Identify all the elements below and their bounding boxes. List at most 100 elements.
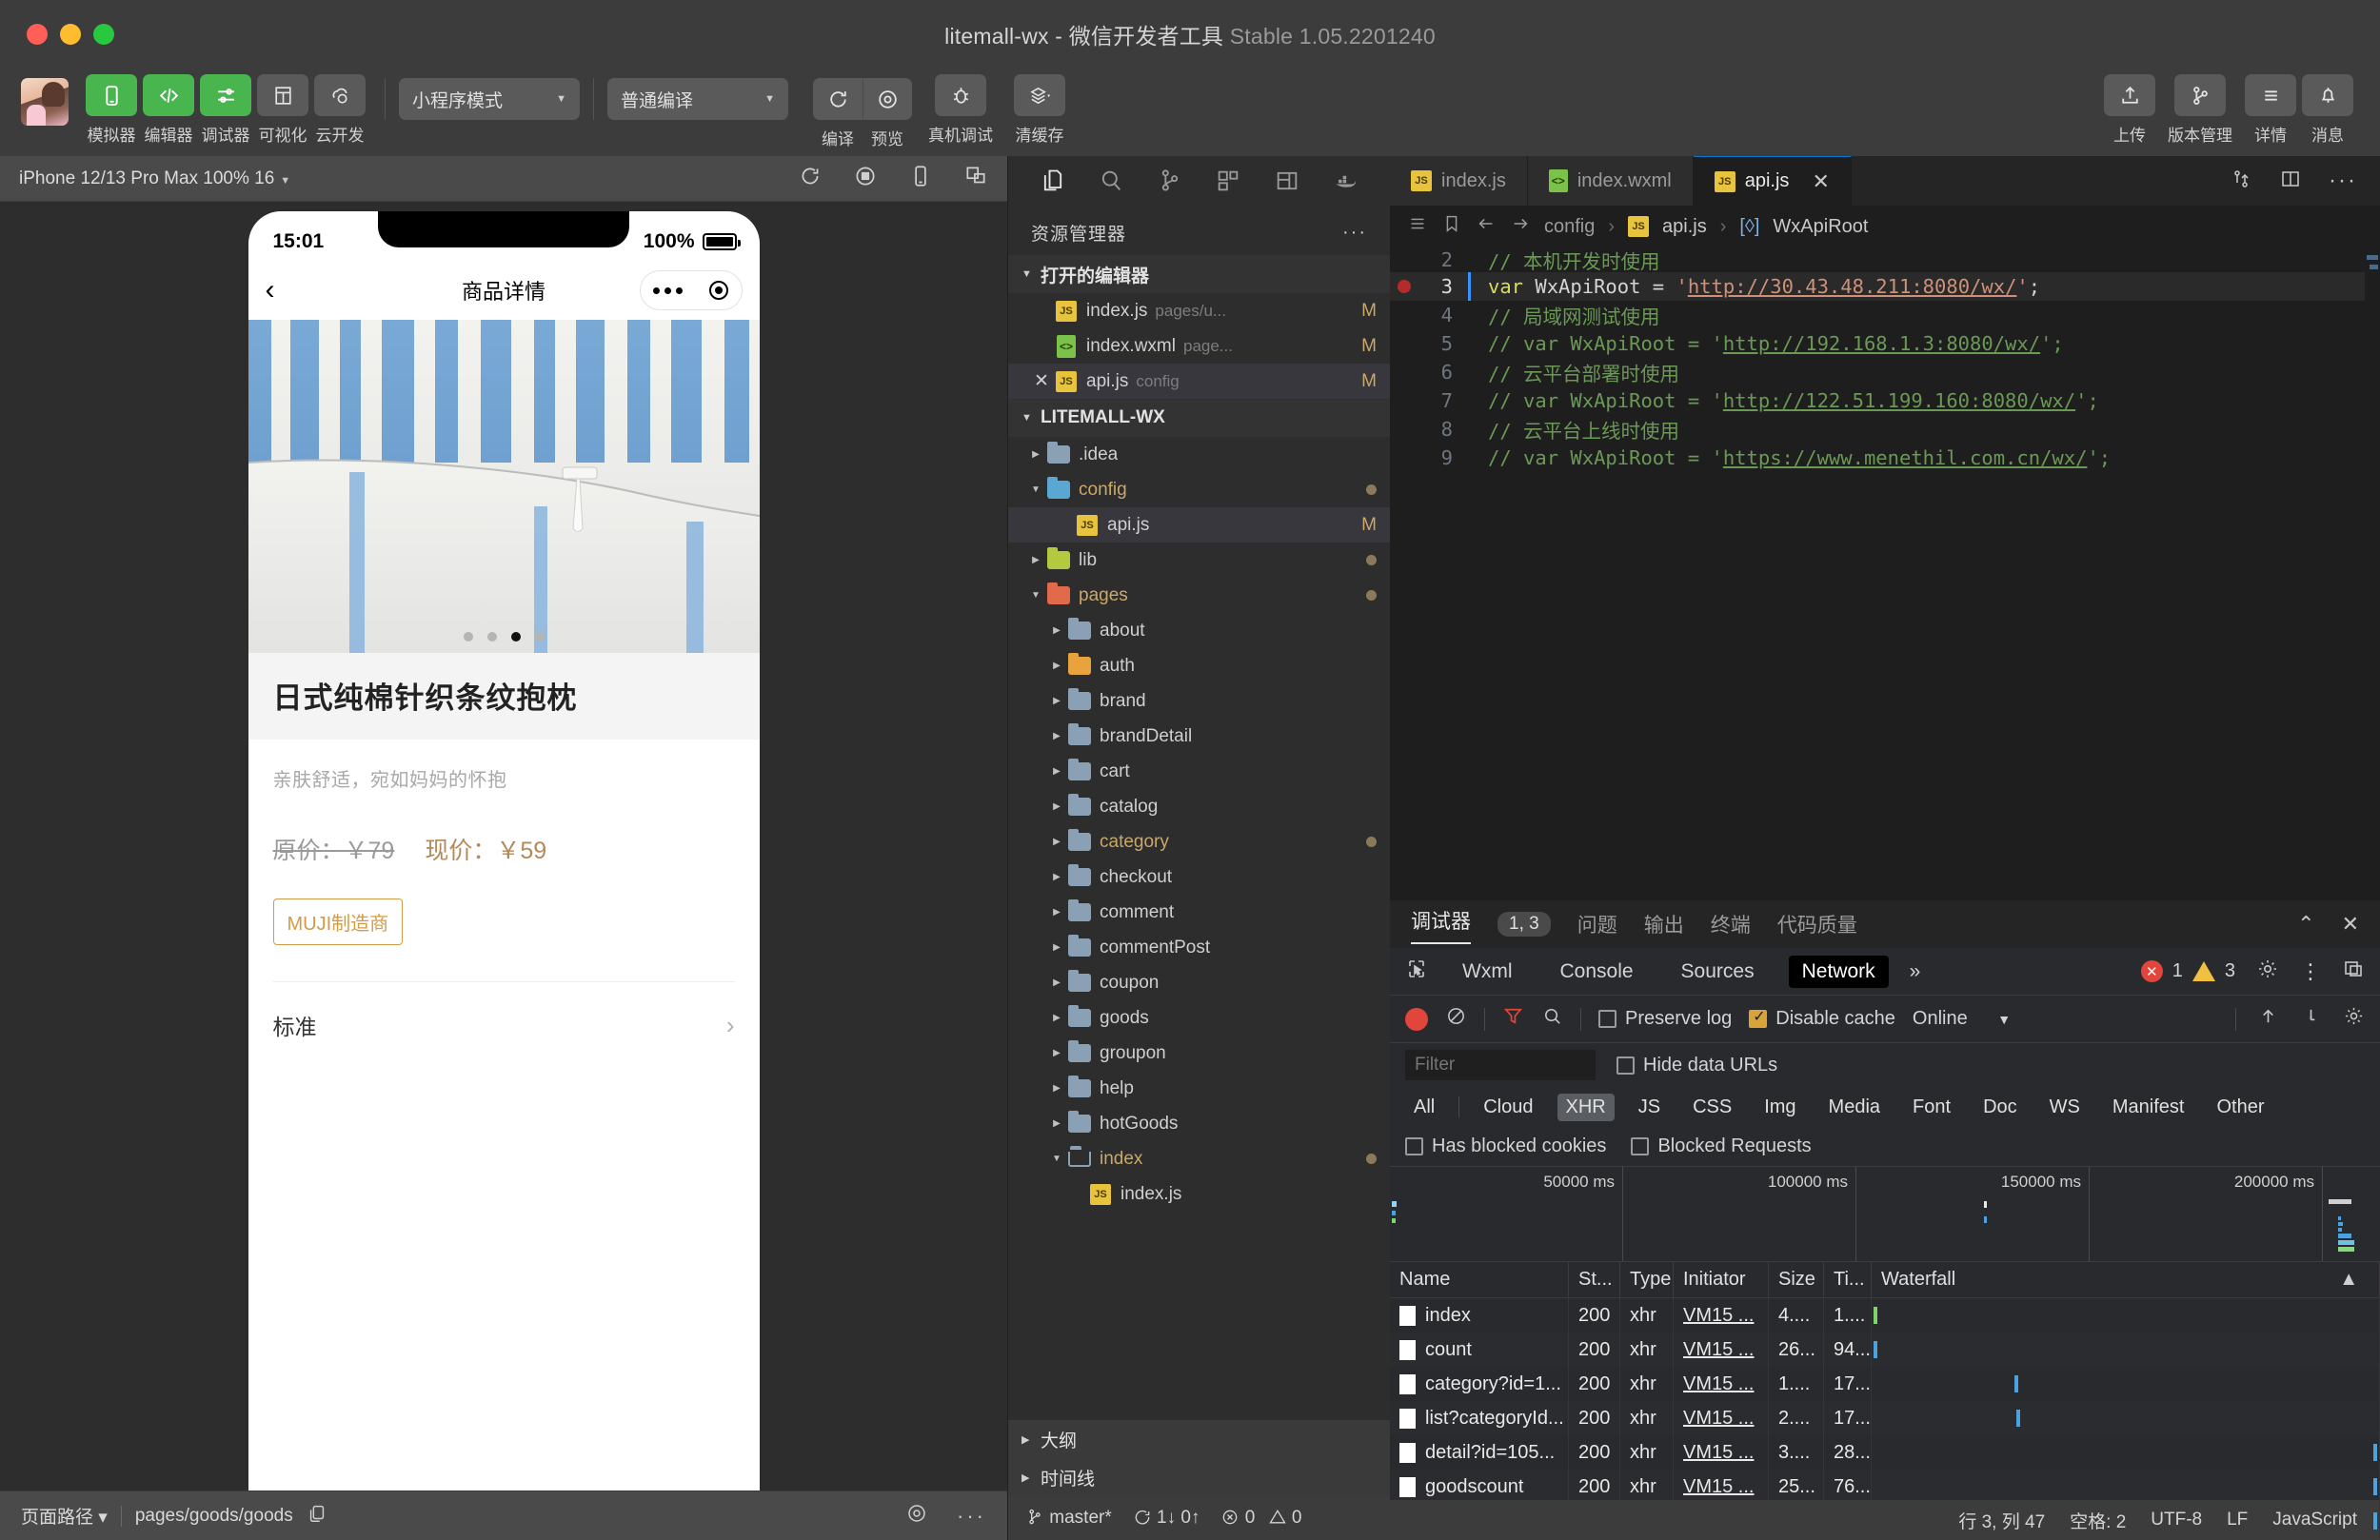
docker-icon[interactable] (1332, 168, 1359, 199)
eye-icon[interactable] (863, 78, 912, 120)
tree-item-cart[interactable]: ▶ cart (1008, 754, 1390, 789)
chevron-right-icon[interactable]: ▶ (1046, 766, 1067, 777)
target-circle-icon[interactable] (708, 281, 728, 300)
filter-img[interactable]: Img (1755, 1094, 1804, 1121)
chevron-right-icon[interactable]: ▶ (1046, 661, 1067, 671)
chevron-right-icon[interactable]: ▶ (1046, 731, 1067, 741)
checkbox[interactable] (1616, 1056, 1635, 1075)
tree-item-category[interactable]: ▶ category (1008, 824, 1390, 859)
tree-item-commentpost[interactable]: ▶ commentPost (1008, 930, 1390, 965)
checkbox[interactable] (1598, 1010, 1616, 1028)
page-path-label[interactable]: 页面路径 ▾ (21, 1503, 108, 1529)
devpanel-wxml[interactable]: Wxml (1449, 956, 1525, 988)
tree-item-brand[interactable]: ▶ brand (1008, 683, 1390, 719)
more-icon[interactable]: ··· (957, 1504, 986, 1529)
wechat-capsule[interactable] (639, 270, 743, 310)
chevron-right-icon[interactable]: ▶ (1025, 555, 1046, 565)
tree-item-apijs[interactable]: JS api.js M (1008, 507, 1390, 543)
checkbox-checked[interactable] (1749, 1007, 1768, 1028)
carousel-dot-active[interactable] (510, 632, 521, 642)
tab-output[interactable]: 输出 (1644, 908, 1684, 940)
chevron-down-icon[interactable]: ▼ (1046, 1154, 1067, 1164)
close-icon[interactable]: ✕ (2342, 912, 2359, 937)
toolbar-simulator-button[interactable]: 模拟器 (86, 74, 137, 146)
tree-item-indexjs[interactable]: JS index.js (1008, 1176, 1390, 1212)
toolbar-version-button[interactable]: 版本管理 (2161, 74, 2239, 146)
split-compare-icon[interactable] (2230, 168, 2252, 195)
more-icon[interactable]: ··· (1342, 222, 1367, 244)
tab-index-wxml[interactable]: <> index.wxml (1527, 156, 1694, 206)
preserve-log-checkbox[interactable]: Preserve log (1598, 1008, 1732, 1030)
network-timeline-overview[interactable]: 50000 ms 100000 ms 150000 ms 200000 ms (1390, 1167, 2380, 1262)
column-header-initiator[interactable]: Initiator (1674, 1262, 1769, 1297)
search-icon[interactable] (1541, 1005, 1563, 1033)
list-item[interactable]: JS index.js pages/u... M (1008, 293, 1390, 328)
filter-media[interactable]: Media (1820, 1094, 1889, 1121)
column-header-time[interactable]: Ti... (1824, 1262, 1872, 1297)
chevron-down-icon[interactable]: ▼ (1025, 484, 1046, 495)
tab-debugger[interactable]: 调试器 (1411, 904, 1471, 944)
chevron-right-icon[interactable]: ▶ (1046, 942, 1067, 953)
code-url[interactable]: http://30.43.48.211:8080/wx/ (1688, 275, 2017, 298)
compile-select[interactable]: 普通编译 ▼ (607, 78, 788, 120)
chevron-right-icon[interactable]: ▶ (1046, 977, 1067, 988)
filter-xhr[interactable]: XHR (1557, 1093, 1615, 1121)
tree-item-checkout[interactable]: ▶ checkout (1008, 859, 1390, 895)
collapse-icon[interactable]: ⌃ (2297, 912, 2314, 937)
table-row[interactable]: index 200 xhr VM15 ... 4.... 1.... (1390, 1298, 2380, 1333)
sync-status[interactable]: 1↓ 0↑ (1133, 1508, 1200, 1529)
filter-input[interactable] (1405, 1050, 1596, 1080)
chevron-right-icon[interactable]: ▶ (1046, 872, 1067, 882)
table-row[interactable]: category?id=1... 200 xhr VM15 ... 1.... … (1390, 1367, 2380, 1401)
copy-icon[interactable] (307, 1503, 327, 1529)
breadcrumb-symbol[interactable]: WxApiRoot (1773, 216, 1868, 238)
checkbox[interactable] (1631, 1137, 1650, 1155)
tree-item-config[interactable]: ▼ config (1008, 472, 1390, 507)
tab-terminal[interactable]: 终端 (1711, 908, 1751, 940)
record-icon[interactable] (853, 164, 878, 193)
tree-item-about[interactable]: ▶ about (1008, 613, 1390, 648)
devpanel-console[interactable]: Console (1546, 956, 1646, 988)
devtools-issue-counts[interactable]: ✕ 1 3 (2140, 960, 2235, 982)
chevron-right-icon[interactable]: ▶ (1046, 1083, 1067, 1094)
request-initiator[interactable]: VM15 ... (1683, 1442, 1754, 1464)
table-row[interactable]: list?categoryId... 200 xhr VM15 ... 2...… (1390, 1401, 2380, 1435)
request-initiator[interactable]: VM15 ... (1683, 1373, 1754, 1395)
clear-icon[interactable] (1445, 1005, 1467, 1033)
open-editors-section[interactable]: ▼ 打开的编辑器 (1008, 255, 1390, 293)
filter-cloud[interactable]: Cloud (1475, 1094, 1541, 1121)
tree-item-branddetail[interactable]: ▶ brandDetail (1008, 719, 1390, 754)
throttle-select[interactable]: Online ▼ (1913, 1008, 2011, 1030)
standard-row[interactable]: 标准 › (248, 982, 760, 1068)
search-icon[interactable] (1098, 168, 1124, 199)
source-control-icon[interactable] (1157, 168, 1183, 199)
code-url[interactable]: https://www.menethil.com.cn/wx/ (1723, 446, 2088, 469)
tree-item-comment[interactable]: ▶ comment (1008, 895, 1390, 930)
toolbar-message-button[interactable]: 消息 (2302, 74, 2353, 146)
files-icon[interactable] (1040, 168, 1066, 199)
filter-doc[interactable]: Doc (1974, 1094, 2026, 1121)
column-header-name[interactable]: Name (1390, 1262, 1569, 1297)
filter-js[interactable]: JS (1630, 1094, 1669, 1121)
dock-icon[interactable] (2342, 958, 2365, 986)
funnel-icon[interactable] (1502, 1005, 1524, 1033)
chevron-right-icon[interactable]: ▶ (1046, 696, 1067, 706)
chevron-right-icon[interactable]: ▶ (1046, 1048, 1067, 1058)
eye-circle-icon[interactable] (905, 1502, 928, 1530)
column-header-size[interactable]: Size (1769, 1262, 1824, 1297)
list-item[interactable]: <> index.wxml page... M (1008, 328, 1390, 364)
devpanel-sources[interactable]: Sources (1668, 956, 1768, 988)
filter-all[interactable]: All (1405, 1094, 1443, 1121)
product-image-carousel[interactable] (248, 320, 760, 653)
tree-item-coupon[interactable]: ▶ coupon (1008, 965, 1390, 1000)
code-url[interactable]: http://192.168.1.3:8080/wx/ (1723, 332, 2040, 355)
tree-item-catalog[interactable]: ▶ catalog (1008, 789, 1390, 824)
minimap[interactable] (2365, 247, 2380, 900)
chevron-right-icon[interactable]: ▶ (1046, 1118, 1067, 1129)
chevron-right-icon[interactable]: ▶ (1046, 1013, 1067, 1023)
close-icon[interactable]: ✕ (1029, 370, 1054, 392)
toolbar-debugger-button[interactable]: 调试器 (200, 74, 251, 146)
has-blocked-cookies-checkbox[interactable]: Has blocked cookies (1405, 1135, 1606, 1157)
outline-section[interactable]: ▶ 大纲 (1008, 1420, 1390, 1458)
chevrons-right-icon[interactable]: » (1910, 960, 1921, 983)
